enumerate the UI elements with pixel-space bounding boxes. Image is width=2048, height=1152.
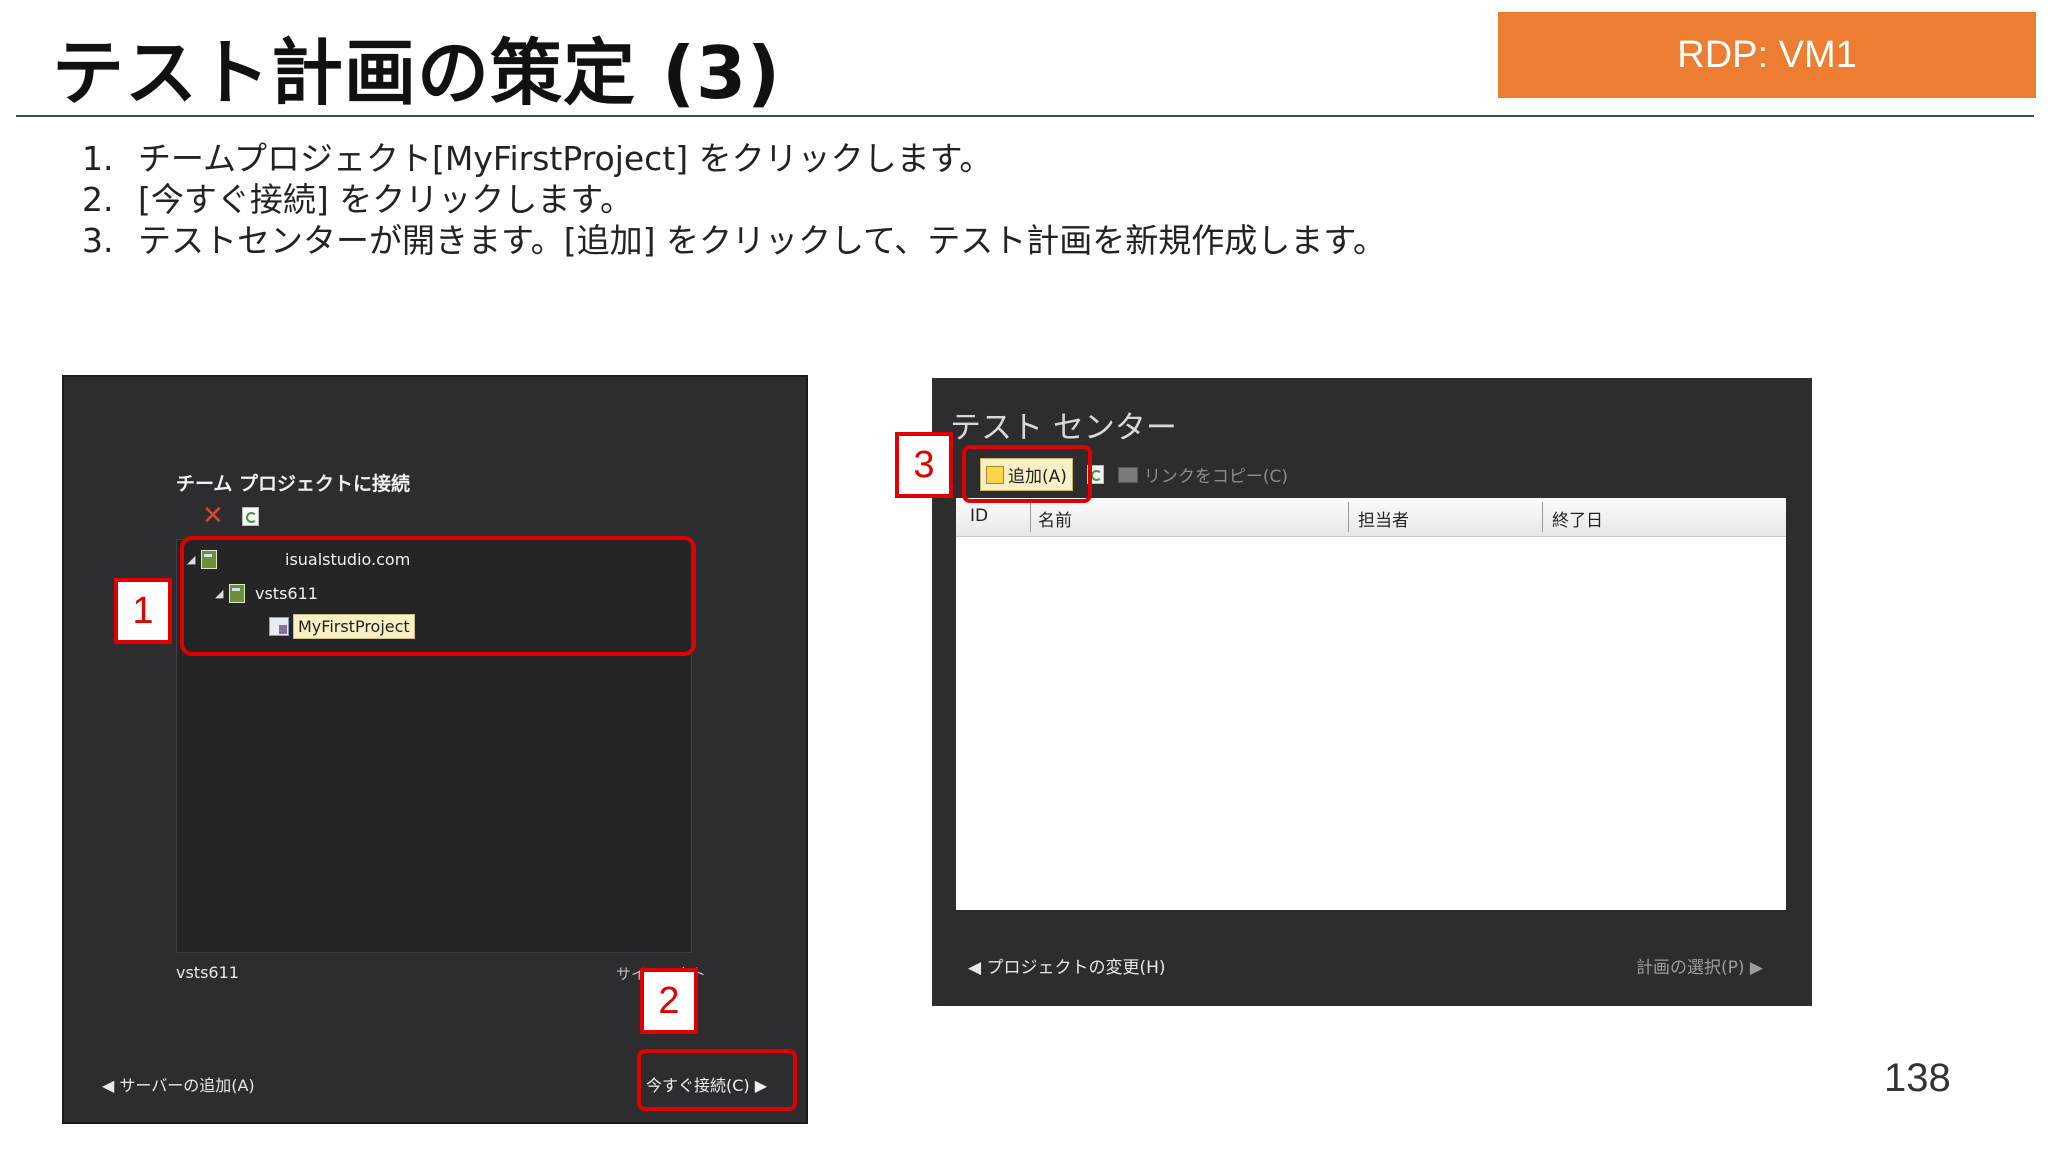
copy-link-button[interactable]: リンクをコピー(C) — [1117, 462, 1289, 487]
highlight-add-button — [962, 445, 1092, 503]
panel-heading: チーム プロジェクトに接続 — [176, 473, 411, 495]
instruction-step-1: 1. チームプロジェクト[MyFirstProject] をクリックします。 — [82, 139, 993, 178]
remove-icon[interactable]: ✕ — [202, 503, 224, 529]
title-divider — [16, 115, 2034, 117]
copy-link-label: リンクをコピー(C) — [1143, 467, 1289, 487]
slide-title: テスト計画の策定 (3) — [52, 31, 781, 115]
column-header-owner[interactable]: 担当者 — [1358, 506, 1409, 531]
account-label: vsts611 — [176, 963, 239, 982]
test-plan-grid: ID 名前 担当者 終了日 — [956, 498, 1786, 910]
grid-header: ID 名前 担当者 終了日 — [956, 498, 1786, 537]
add-server-button[interactable]: ◀ サーバーの追加(A) — [102, 1072, 255, 1096]
instruction-step-3: 3. テストセンターが開きます。[追加] をクリックして、テスト計画を新規作成しま… — [82, 221, 1386, 260]
column-header-id[interactable]: ID — [970, 506, 988, 526]
column-header-end-date[interactable]: 終了日 — [1552, 506, 1603, 531]
highlight-connect-button — [637, 1049, 797, 1111]
column-header-name[interactable]: 名前 — [1038, 506, 1072, 531]
column-divider — [1030, 502, 1031, 532]
page-number: 138 — [1884, 1056, 1951, 1100]
column-divider — [1542, 502, 1543, 532]
change-project-button[interactable]: ◀ プロジェクトの変更(H) — [968, 953, 1166, 978]
column-divider — [1348, 502, 1349, 532]
refresh-icon[interactable] — [241, 506, 259, 526]
callout-1: 1 — [114, 578, 172, 644]
highlight-project-tree — [180, 536, 696, 656]
select-plan-button[interactable]: 計画の選択(P) ▶ — [1636, 953, 1763, 978]
callout-2: 2 — [640, 968, 698, 1034]
panel-heading: テスト センター — [950, 410, 1177, 446]
rdp-badge: RDP: VM1 — [1498, 12, 2036, 98]
panel-toolbar: ✕ — [202, 503, 259, 529]
callout-3: 3 — [895, 432, 953, 498]
copy-link-icon — [1117, 466, 1138, 483]
instruction-step-2: 2. [今すぐ接続] をクリックします。 — [82, 180, 633, 219]
instruction-list: 1. チームプロジェクト[MyFirstProject] をクリックします。 2.… — [82, 138, 1386, 261]
